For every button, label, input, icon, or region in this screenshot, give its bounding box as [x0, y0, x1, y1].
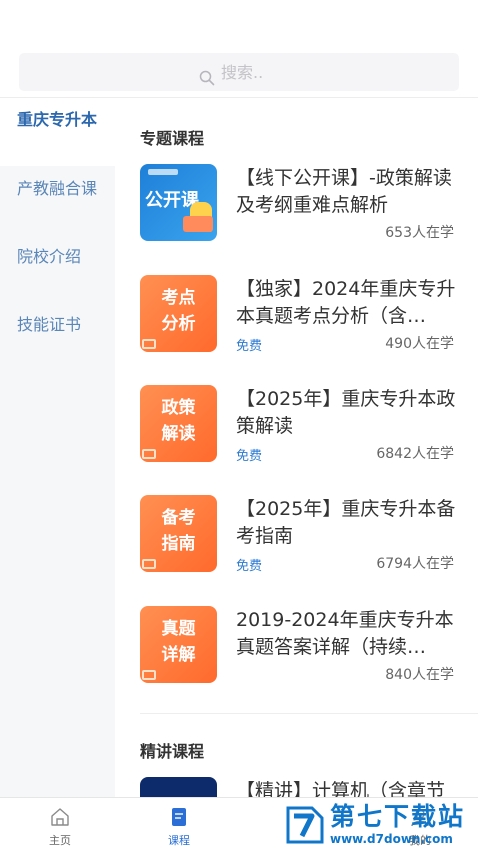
- thumbnail-label-line1: 备考: [161, 508, 196, 528]
- course-title: 2019-2024年重庆专升本真题答案详解（持续…: [236, 609, 454, 658]
- learner-count: 6794人在学: [376, 556, 454, 572]
- book-illustration: [183, 216, 213, 232]
- book-icon: [142, 339, 156, 349]
- thumbnail-label-line1: 政策: [161, 398, 196, 418]
- course-thumbnail: [140, 777, 217, 797]
- nav-home[interactable]: 主页: [20, 797, 100, 850]
- course-title: 【2025年】重庆专升本政策解读: [236, 388, 456, 437]
- sidebar-item-label: 重庆专升本: [17, 110, 98, 129]
- nav-label: 主页: [49, 834, 71, 847]
- course-item[interactable]: 真题 详解 2019-2024年重庆专升本真题答案详解（持续… 840人在学: [140, 606, 460, 686]
- free-tag: 免费: [236, 339, 263, 354]
- thumbnail-label-line2: 详解: [161, 645, 196, 665]
- sidebar-item-label: 技能证书: [17, 315, 82, 334]
- thumbnail-label-line2: 解读: [161, 424, 196, 444]
- course-thumbnail: 真题 详解: [140, 606, 217, 683]
- section-title: 精讲课程: [140, 742, 205, 761]
- site-watermark: 第七下载站 www.d7down.com: [282, 800, 478, 850]
- search-icon: [199, 70, 215, 86]
- thumbnail-label-line1: 考点: [161, 288, 196, 308]
- course-title: 【2025年】重庆专升本备考指南: [236, 498, 456, 547]
- sidebar-item-school-intro[interactable]: 院校介绍: [0, 244, 115, 272]
- course-item[interactable]: 考点 分析 【独家】2024年重庆专升本真题考点分析（含… 免费 490人在学: [140, 275, 460, 355]
- section-divider: [140, 713, 478, 714]
- learner-count: 653人在学: [385, 225, 454, 241]
- free-tag: 免费: [236, 449, 263, 464]
- search-placeholder: 搜索..: [221, 63, 264, 82]
- course-item[interactable]: 公开课 【线下公开课】-政策解读及考纲重难点解析 653人在学: [140, 164, 460, 244]
- learner-count: 840人在学: [385, 667, 454, 683]
- section-title: 专题课程: [140, 129, 205, 148]
- course-thumbnail: 公开课: [140, 164, 217, 241]
- course-title: 【线下公开课】-政策解读及考纲重难点解析: [236, 167, 452, 216]
- course-item[interactable]: 【精讲】计算机（含章节: [140, 777, 460, 797]
- watermark-logo-icon: [286, 806, 324, 844]
- course-title: 【独家】2024年重庆专升本真题考点分析（含…: [236, 278, 456, 327]
- sidebar-item-skill-cert[interactable]: 技能证书: [0, 312, 115, 340]
- free-tag: 免费: [236, 559, 263, 574]
- course-thumbnail: 备考 指南: [140, 495, 217, 572]
- thumbnail-label-line2: 指南: [161, 534, 196, 554]
- nav-course[interactable]: 课程: [139, 797, 219, 850]
- book-icon: [142, 449, 156, 459]
- course-title: 【精讲】计算机（含章节: [236, 780, 446, 797]
- learner-count: 6842人在学: [376, 446, 454, 462]
- sidebar-item-chongqing-upgrade[interactable]: 重庆专升本: [0, 98, 115, 166]
- logo-mark: [148, 169, 178, 175]
- course-thumbnail: 政策 解读: [140, 385, 217, 462]
- course-item[interactable]: 政策 解读 【2025年】重庆专升本政策解读 免费 6842人在学: [140, 385, 460, 465]
- learner-count: 490人在学: [385, 336, 454, 352]
- watermark-url: www.d7down.com: [330, 832, 453, 846]
- book-icon: [142, 559, 156, 569]
- book-icon: [142, 670, 156, 680]
- sidebar-item-industry-education[interactable]: 产教融合课: [0, 176, 115, 228]
- course-item[interactable]: 备考 指南 【2025年】重庆专升本备考指南 免费 6794人在学: [140, 495, 460, 575]
- thumbnail-label-line2: 分析: [161, 314, 196, 334]
- course-thumbnail: 考点 分析: [140, 275, 217, 352]
- sidebar-item-label: 院校介绍: [17, 247, 82, 266]
- watermark-title: 第七下载站: [330, 802, 466, 831]
- book-icon: [172, 808, 186, 826]
- thumbnail-label-line1: 真题: [161, 619, 196, 639]
- sidebar-item-label: 产教融合课: [17, 179, 98, 198]
- nav-label: 课程: [168, 834, 190, 847]
- home-icon: [51, 808, 69, 826]
